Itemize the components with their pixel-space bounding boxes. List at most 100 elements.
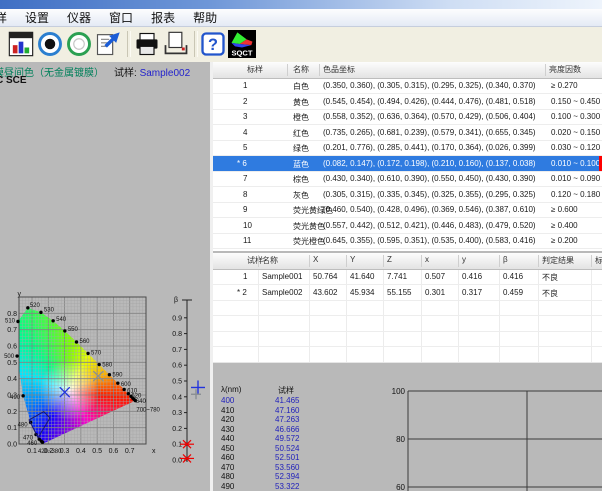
cell: (0.305, 0.315), (0.335, 0.345), (0.325, … — [323, 190, 536, 199]
measurement-info: 膜昼间色（无金属镀膜）试样: Sample002 — [2, 64, 190, 79]
spectral-locus-label: 500 — [4, 354, 15, 360]
table-row[interactable]: 7棕色(0.430, 0.340), (0.610, 0.390), (0.55… — [213, 171, 602, 187]
menu-item-instrument[interactable]: 仪器 — [58, 9, 100, 26]
cell: 0.020 ~ 0.150 — [551, 128, 600, 137]
window-titlebar — [0, 0, 602, 9]
empty-table-row[interactable] — [213, 331, 602, 347]
y-tick-label: 0.6 — [7, 344, 17, 351]
empty-table-row[interactable] — [213, 347, 602, 363]
table-row[interactable]: 3橙色(0.558, 0.352), (0.636, 0.364), (0.57… — [213, 109, 602, 125]
print-icon[interactable] — [133, 30, 161, 58]
standards-table: 标样名称色品坐标亮度因数1白色(0.350, 0.360), (0.305, 0… — [213, 62, 602, 251]
cell: ≥ 0.400 — [551, 221, 578, 230]
current-sample-name: Sample002 — [140, 68, 191, 79]
spectral-locus-label: 540 — [56, 317, 67, 323]
cell: (0.350, 0.360), (0.305, 0.315), (0.295, … — [323, 81, 536, 90]
table-row[interactable]: * 6蓝色(0.082, 0.147), (0.172, 0.198), (0.… — [213, 156, 602, 172]
column-header: 名称 — [293, 64, 309, 75]
cell: 43.602 — [313, 288, 337, 297]
sqct-logo-icon[interactable]: SQCT — [228, 30, 256, 58]
cell: 红色 — [293, 128, 309, 139]
table-row[interactable]: 11荧光橙色(0.645, 0.355), (0.595, 0.351), (0… — [213, 233, 602, 249]
x-tick-label: 0.7 — [125, 448, 135, 455]
spectral-locus-label: 700~780 — [136, 408, 160, 414]
column-header: 标样 — [247, 64, 263, 75]
x-tick-label: 0.5 — [92, 448, 102, 455]
table-row[interactable]: 5绿色(0.201, 0.776), (0.285, 0.441), (0.17… — [213, 140, 602, 156]
table-row[interactable]: 8灰色(0.305, 0.315), (0.335, 0.345), (0.32… — [213, 187, 602, 203]
report-icon[interactable] — [94, 30, 122, 58]
menu-item-help[interactable]: 帮助 — [184, 9, 226, 26]
svg-text:SQCT: SQCT — [231, 49, 252, 58]
data-panel: 标样名称色品坐标亮度因数1白色(0.350, 0.360), (0.305, 0… — [213, 62, 602, 491]
x-axis-label: x — [152, 448, 156, 455]
spectral-locus-dot — [39, 311, 42, 314]
spectral-locus-label: 560 — [79, 339, 90, 345]
spectral-locus-label: 590 — [112, 373, 123, 379]
header-separator — [499, 255, 500, 267]
print-preview-icon[interactable] — [162, 30, 190, 58]
column-header: x — [425, 255, 429, 264]
spectral-locus-label: 640 — [136, 399, 147, 405]
empty-table-row[interactable] — [213, 316, 602, 332]
column-header: 标 — [595, 255, 602, 266]
spectral-locus-label: 460 — [27, 441, 38, 447]
spectral-chart-canvas: 1008060 — [213, 363, 602, 491]
samples-table-header: 试样名称XYZxyβ判定结果标 — [213, 253, 602, 270]
cell: (0.557, 0.442), (0.512, 0.421), (0.446, … — [323, 221, 536, 230]
y-axis-label: y — [18, 292, 22, 298]
menu-bar: 样设置仪器窗口报表帮助 — [0, 9, 602, 27]
help-icon[interactable]: ? — [199, 30, 227, 58]
statistics-icon[interactable] — [7, 30, 35, 58]
app-window: 样设置仪器窗口报表帮助 ? SQCT 膜昼间色（无金属镀膜）试样: Sample0… — [0, 0, 602, 491]
spectral-locus-dot — [108, 373, 111, 376]
table-row[interactable]: 2黄色(0.545, 0.454), (0.494, 0.426), (0.44… — [213, 94, 602, 110]
table-row[interactable]: 9荧光黄绿色(0.460, 0.540), (0.428, 0.496), (0… — [213, 202, 602, 218]
table-row[interactable]: 4红色(0.735, 0.265), (0.681, 0.239), (0.57… — [213, 125, 602, 141]
cell: 荧光黄色 — [293, 221, 325, 232]
menu-item-window[interactable]: 窗口 — [100, 9, 142, 26]
y-tick-label: 0.2 — [7, 409, 17, 416]
cell: (0.558, 0.352), (0.636, 0.364), (0.570, … — [323, 112, 536, 121]
cell: 0.010 ~ 0.100 — [551, 159, 600, 168]
table-row[interactable]: * 2Sample00243.60245.93455.1550.3010.317… — [213, 285, 602, 301]
cell: 不良 — [542, 288, 558, 299]
menu-item-sample[interactable]: 样 — [0, 9, 16, 26]
cell: 55.155 — [387, 288, 411, 297]
spectral-locus-dot — [116, 381, 119, 384]
cell: Sample002 — [262, 288, 302, 297]
cell: 45.934 — [350, 288, 374, 297]
beta-tick-label: 0.2 — [172, 426, 182, 433]
status-panel: 膜昼间色（无金属镀膜）试样: Sample002 C SCE 0.10.20.3… — [0, 62, 210, 491]
toolbar-separator — [194, 31, 198, 57]
main-content: 膜昼间色（无金属镀膜）试样: Sample002 C SCE 0.10.20.3… — [0, 62, 602, 491]
spectral-locus-label: 520 — [30, 303, 41, 309]
column-header: 亮度因数 — [549, 64, 581, 75]
cell: 1 — [243, 81, 247, 90]
beta-tick-label: 0.6 — [172, 363, 182, 370]
cell: 0.301 — [425, 288, 445, 297]
spectral-locus-label: 510 — [5, 318, 16, 324]
y-tick-label: 60 — [396, 483, 405, 491]
table-row[interactable]: 10荧光黄色(0.557, 0.442), (0.512, 0.421), (0… — [213, 218, 602, 234]
cell: 4 — [243, 128, 247, 137]
empty-table-row[interactable] — [213, 300, 602, 316]
cell: 荧光橙色 — [293, 236, 325, 247]
column-header: Z — [387, 255, 392, 264]
measure-target-icon[interactable] — [36, 30, 64, 58]
cell: 0.030 ~ 0.120 — [551, 143, 600, 152]
table-row[interactable]: 1Sample00150.76441.6407.7410.5070.4160.4… — [213, 269, 602, 285]
cell: 0.150 ~ 0.450 — [551, 97, 600, 106]
cell: 50.764 — [313, 272, 337, 281]
spectral-locus-dot — [122, 388, 125, 391]
table-row[interactable]: 1白色(0.350, 0.360), (0.305, 0.315), (0.29… — [213, 78, 602, 94]
calibration-icon[interactable] — [65, 30, 93, 58]
toolbar-separator — [127, 31, 131, 57]
menu-item-settings[interactable]: 设置 — [16, 9, 58, 26]
cell: * 2 — [237, 288, 247, 297]
cell: 8 — [243, 190, 247, 199]
header-separator — [287, 64, 288, 76]
cell: Sample001 — [262, 272, 302, 281]
menu-item-report[interactable]: 报表 — [142, 9, 184, 26]
header-separator — [258, 255, 259, 267]
